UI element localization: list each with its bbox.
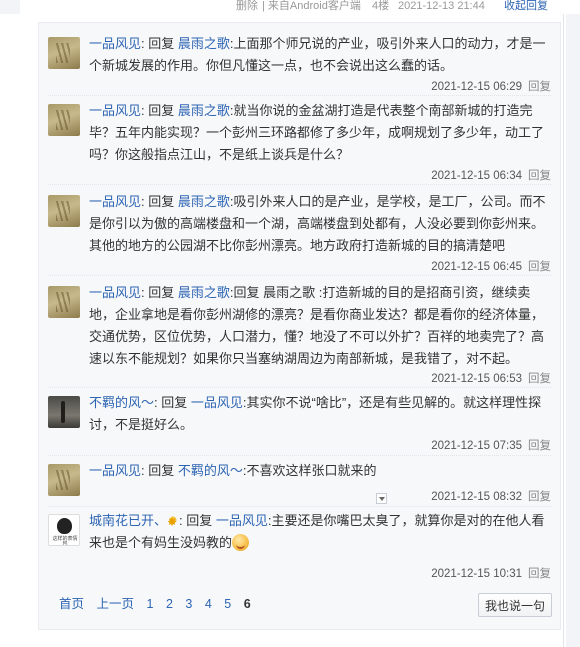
post-meta-bar: 删除 | 来自Android客户端 4楼 2021-12-13 21:44 收起… bbox=[0, 0, 580, 14]
user-avatar[interactable] bbox=[48, 37, 80, 69]
reply-meta: 2021-12-15 06:29 回复 bbox=[431, 78, 551, 94]
reply-author-link[interactable]: 一品风见 bbox=[89, 285, 141, 300]
pager-page[interactable]: 3 bbox=[185, 597, 192, 611]
reply-word: 回复 bbox=[161, 395, 188, 410]
meme-face-icon bbox=[57, 518, 72, 534]
reply-author-link[interactable]: 一品风见 bbox=[89, 36, 141, 51]
separator bbox=[48, 275, 551, 276]
reply-target-link[interactable]: 晨雨之歌 bbox=[178, 285, 230, 300]
reply-button[interactable]: 回复 bbox=[528, 568, 551, 580]
post-timestamp: 2021-12-13 21:44 bbox=[398, 0, 485, 12]
reply-target-link[interactable]: 晨雨之歌 bbox=[178, 36, 230, 51]
reply-word: 回复 bbox=[148, 103, 175, 118]
reply-word: 回复 bbox=[148, 285, 175, 300]
reply-button[interactable]: 回复 bbox=[528, 373, 551, 385]
reply-word: 回复 bbox=[186, 513, 213, 528]
reply-body: 城南花已开、: 回复 一品风见:主要还是你嘴巴太臭了，就算你是对的在他人看来也是… bbox=[89, 510, 555, 554]
pager-page[interactable]: 1 bbox=[147, 597, 154, 611]
reply-body: 一品风见: 回复 晨雨之歌:吸引外来人口的是产业，是学校，是工厂，公司。而不是你… bbox=[89, 194, 546, 253]
reply-meta: 2021-12-15 06:53 回复 bbox=[431, 370, 551, 386]
user-avatar[interactable] bbox=[48, 464, 80, 496]
reply-time: 2021-12-15 10:31 bbox=[431, 568, 522, 580]
reply-time: 2021-12-15 08:32 bbox=[431, 491, 522, 503]
reply-meta: 2021-12-15 08:32 回复 bbox=[431, 488, 551, 504]
smile-emoji-icon bbox=[232, 534, 250, 551]
source-label: | 来自Android客户端 bbox=[262, 0, 361, 12]
reply-time: 2021-12-15 06:45 bbox=[431, 261, 522, 273]
reply-body: 一品风见: 回复 晨雨之歌:就当你说的金盆湖打造是代表整个南部新城的打造完毕？五… bbox=[89, 103, 545, 162]
pager-page[interactable]: 4 bbox=[205, 597, 212, 611]
pager-prev[interactable]: 上一页 bbox=[97, 597, 135, 611]
reply-target-link[interactable]: 晨雨之歌 bbox=[178, 103, 230, 118]
right-edge-strip bbox=[566, 14, 580, 647]
reply-word: 回复 bbox=[148, 194, 175, 209]
reply-meta: 2021-12-15 06:45 回复 bbox=[431, 258, 551, 274]
collapse-replies-link[interactable]: 收起回复 bbox=[504, 0, 548, 12]
reply-button[interactable]: 回复 bbox=[528, 81, 551, 93]
reply-button[interactable]: 回复 bbox=[528, 491, 551, 503]
reply-time: 2021-12-15 06:29 bbox=[431, 81, 522, 93]
reply-author-link[interactable]: 不羁的风～ bbox=[89, 395, 154, 410]
reply-meta: 2021-12-15 06:34 回复 bbox=[431, 167, 551, 183]
reply-author-link[interactable]: 一品风见 bbox=[89, 103, 141, 118]
separator bbox=[48, 387, 551, 388]
say-something-button[interactable]: 我也说一句 bbox=[478, 593, 552, 617]
reply-word: 回复 bbox=[148, 463, 175, 478]
separator bbox=[48, 184, 551, 185]
reply-target-link[interactable]: 一品风见 bbox=[191, 395, 243, 410]
meme-caption: 这样的表情包 bbox=[52, 536, 78, 546]
pager-page[interactable]: 2 bbox=[166, 597, 173, 611]
delete-link[interactable]: 删除 bbox=[236, 0, 258, 12]
member-badge-icon bbox=[167, 511, 180, 533]
reply-body: 一品风见: 回复 晨雨之歌:上面那个师兄说的产业，吸引外来人口的动力，才是一个新… bbox=[89, 36, 546, 73]
separator bbox=[48, 506, 551, 507]
pager-current-page: 6 bbox=[243, 597, 251, 611]
reply-author-link[interactable]: 一品风见 bbox=[89, 194, 141, 209]
separator bbox=[48, 455, 551, 456]
reply-author-link[interactable]: 一品风见 bbox=[89, 463, 141, 478]
reply-author-link[interactable]: 城南花已开、 bbox=[89, 513, 167, 528]
reply-meta: 2021-12-15 07:35 回复 bbox=[431, 437, 551, 453]
reply-meta: 2021-12-15 10:31 回复 bbox=[431, 565, 551, 581]
floor-label: 4楼 bbox=[372, 0, 390, 12]
reply-time: 2021-12-15 06:53 bbox=[431, 373, 522, 385]
reply-body: 一品风见: 回复 不羁的风～:不喜欢这样张口就来的 bbox=[89, 463, 377, 478]
reply-button[interactable]: 回复 bbox=[528, 440, 551, 452]
user-avatar[interactable]: 这样的表情包 bbox=[48, 514, 80, 546]
user-avatar[interactable] bbox=[48, 104, 80, 136]
reply-button[interactable]: 回复 bbox=[528, 261, 551, 273]
reply-time: 2021-12-15 06:34 bbox=[431, 170, 522, 182]
pager-page[interactable]: 5 bbox=[224, 597, 231, 611]
pagination: 首页 上一页 1 2 3 4 5 6 bbox=[59, 593, 260, 612]
reply-target-link[interactable]: 晨雨之歌 bbox=[178, 194, 230, 209]
reply-word: 回复 bbox=[148, 36, 175, 51]
user-avatar[interactable] bbox=[48, 286, 80, 318]
reply-text: :不喜欢这样张口就来的 bbox=[242, 463, 377, 478]
reply-text: :其实你不说“啥比”，还是有些见解的。就这样理性探讨，不是挺好么。 bbox=[89, 395, 542, 432]
expand-dropdown-icon[interactable] bbox=[376, 493, 387, 504]
reply-target-link[interactable]: 一品风见 bbox=[216, 513, 268, 528]
separator bbox=[48, 95, 551, 96]
reply-target-link[interactable]: 不羁的风～ bbox=[178, 463, 243, 478]
reply-time: 2021-12-15 07:35 bbox=[431, 440, 522, 452]
reply-body: 不羁的风～: 回复 一品风见:其实你不说“啥比”，还是有些见解的。就这样理性探讨… bbox=[89, 395, 542, 432]
user-avatar[interactable] bbox=[48, 396, 80, 428]
reply-body: 一品风见: 回复 晨雨之歌:回复 晨雨之歌 :打造新城的目的是招商引资，继续卖地… bbox=[89, 285, 545, 366]
divider bbox=[563, 14, 564, 647]
user-avatar[interactable] bbox=[48, 195, 80, 227]
reply-button[interactable]: 回复 bbox=[528, 170, 551, 182]
left-edge-strip bbox=[0, 0, 20, 14]
pager-first[interactable]: 首页 bbox=[59, 597, 84, 611]
